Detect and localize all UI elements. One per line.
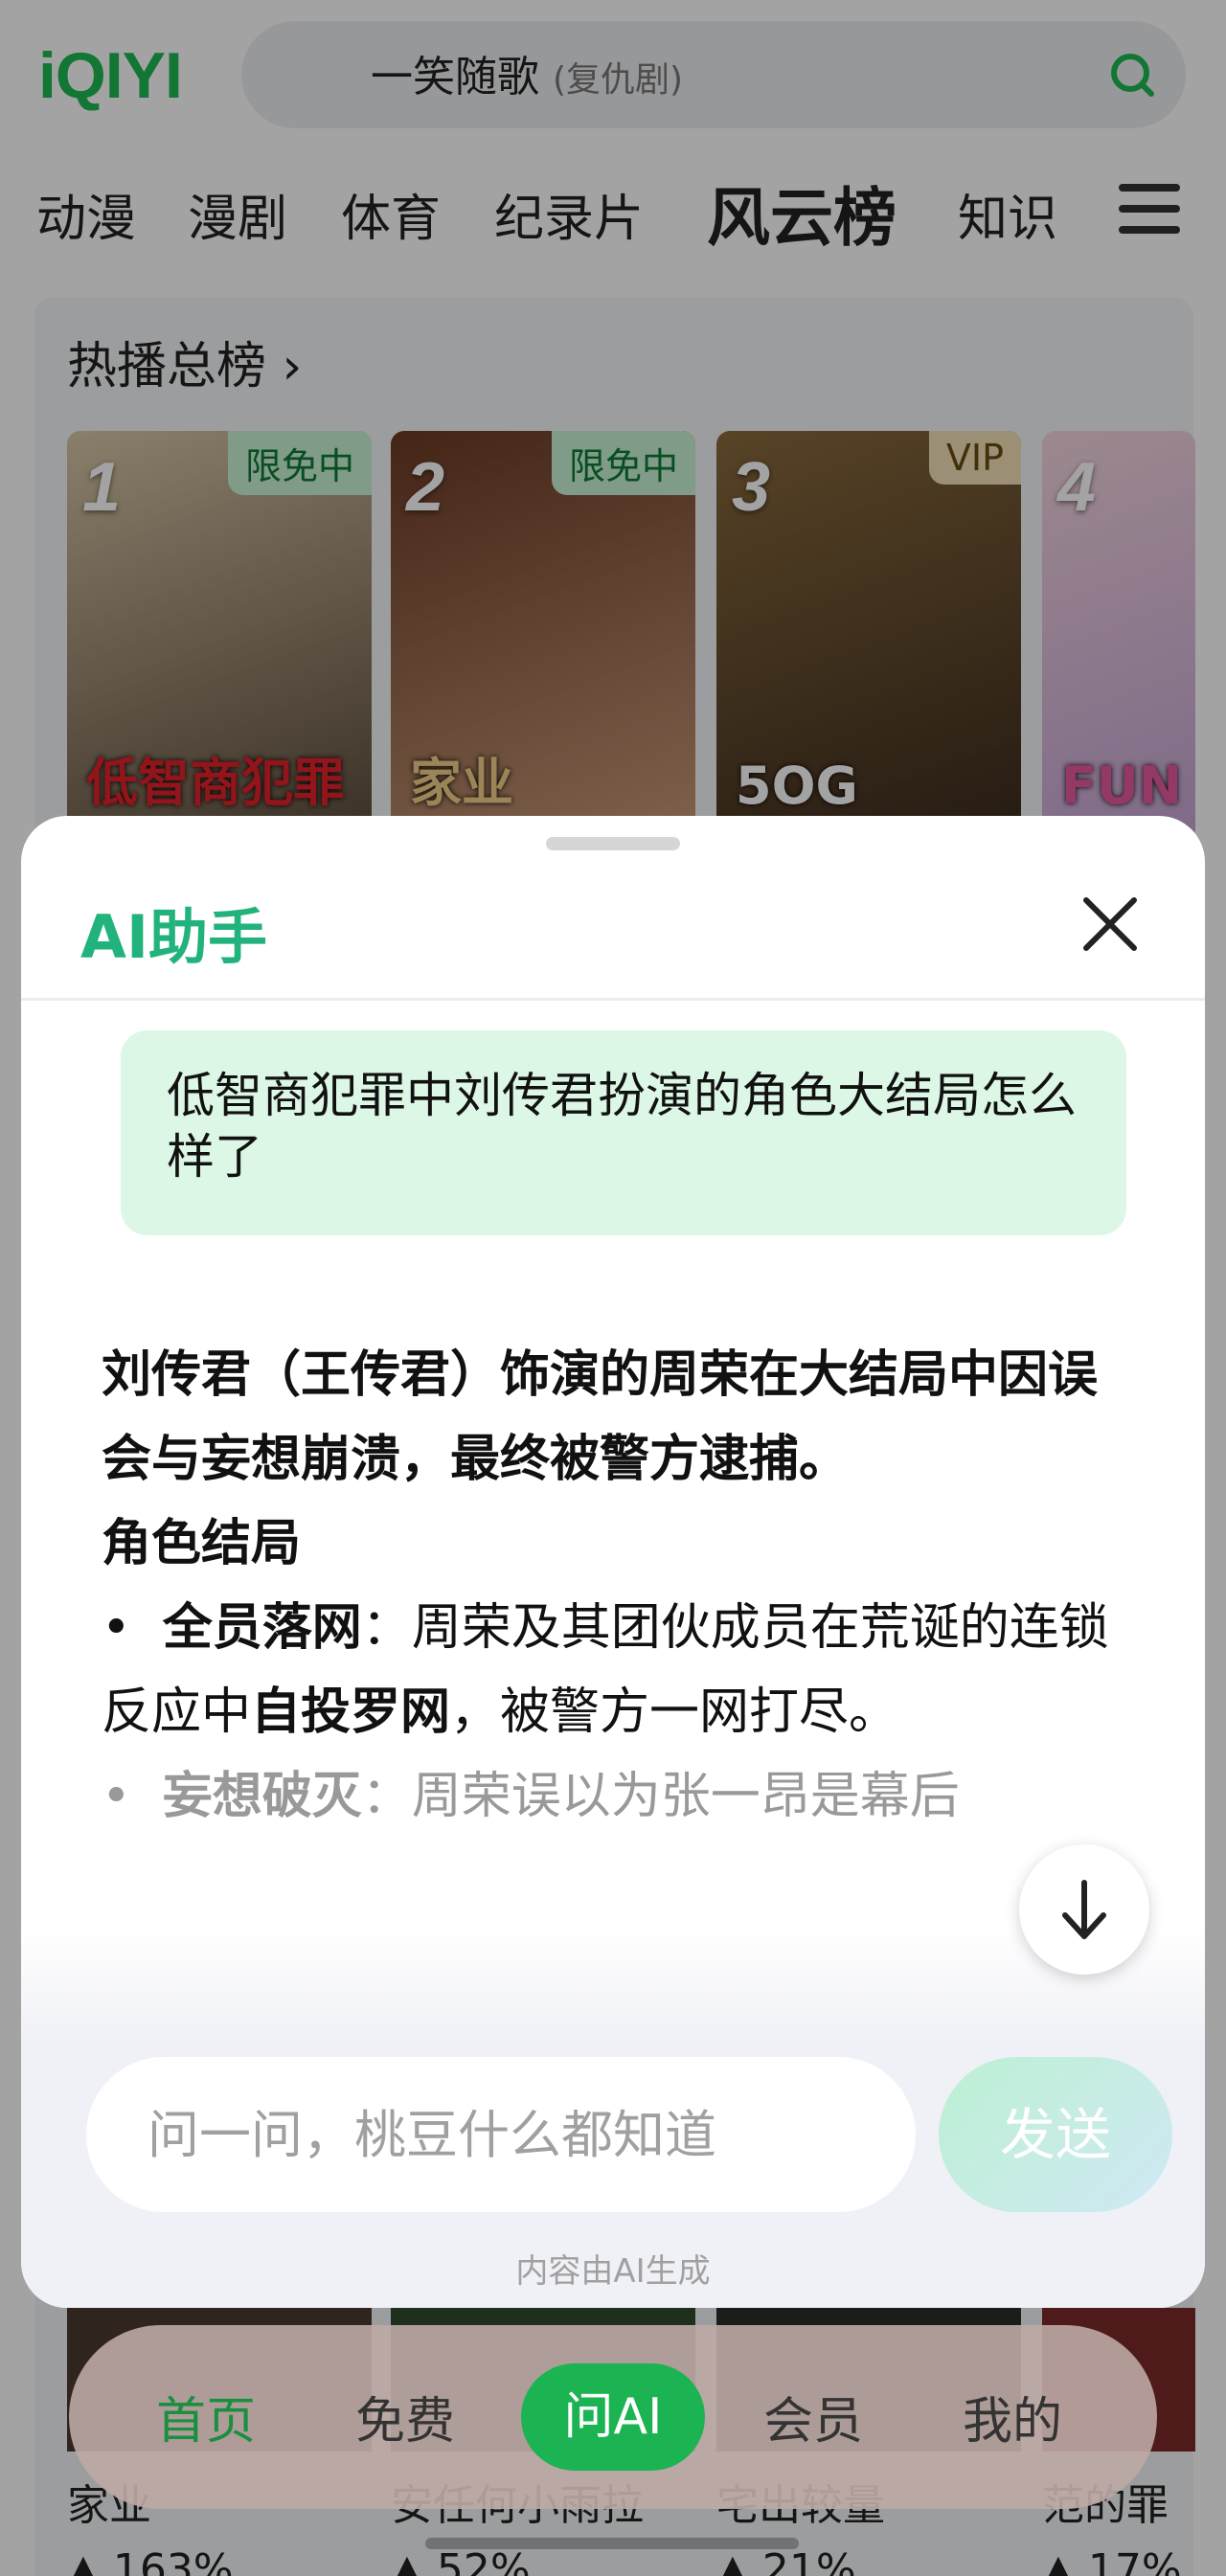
answer-heading: 角色结局 [102,1515,302,1572]
divider [21,998,1205,1001]
send-button[interactable]: 发送 [939,2057,1172,2212]
nav-home[interactable]: 首页 [125,2381,287,2452]
ai-answer: 刘传君（王传君）饰演的周荣在大结局中因误会与妄想崩溃，最终被警方逮捕。 角色结局… [102,1333,1117,1839]
home-indicator [425,2538,799,2549]
bullet-text: ，被警方一网打尽。 [450,1683,899,1741]
ai-assistant-sheet: AI助手 低智商犯罪中刘传君扮演的角色大结局怎么样了 刘传君（王传君）饰演的周荣… [21,816,1205,2308]
nav-vip[interactable]: 会员 [732,2381,895,2452]
bottom-nav: 首页 免费 问AI 会员 我的 [69,2325,1157,2509]
nav-ask-ai[interactable]: 问AI [521,2363,705,2471]
ai-generated-note: 内容由AI生成 [515,2252,711,2291]
bullet-label: 妄想破灭 [162,1768,362,1825]
scroll-down-button[interactable] [1019,1844,1149,1975]
sheet-title: AI助手 [80,902,268,972]
bullet-bold: 自投罗网 [251,1683,451,1741]
nav-free[interactable]: 免费 [324,2381,487,2452]
bullet-label: 全员落网 [162,1599,362,1657]
answer-bullet: • 妄想破灭：周荣误以为张一昂是幕后 [102,1768,960,1825]
arrow-down-icon [1062,1880,1106,1939]
user-message-bubble: 低智商犯罪中刘传君扮演的角色大结局怎么样了 [121,1030,1126,1235]
answer-lead: 刘传君（王传君）饰演的周荣在大结局中因误会与妄想崩溃，最终被警方逮捕。 [102,1346,1099,1488]
drag-handle[interactable] [546,837,680,850]
answer-bullet: • 全员落网：周荣及其团伙成员在荒诞的连锁反应中自投罗网，被警方一网打尽。 [102,1599,1109,1741]
ask-input[interactable] [86,2057,916,2212]
bullet-text: ：周荣误以为张一昂是幕后 [361,1768,960,1825]
nav-mine[interactable]: 我的 [931,2381,1094,2452]
close-icon[interactable] [1078,893,1142,956]
